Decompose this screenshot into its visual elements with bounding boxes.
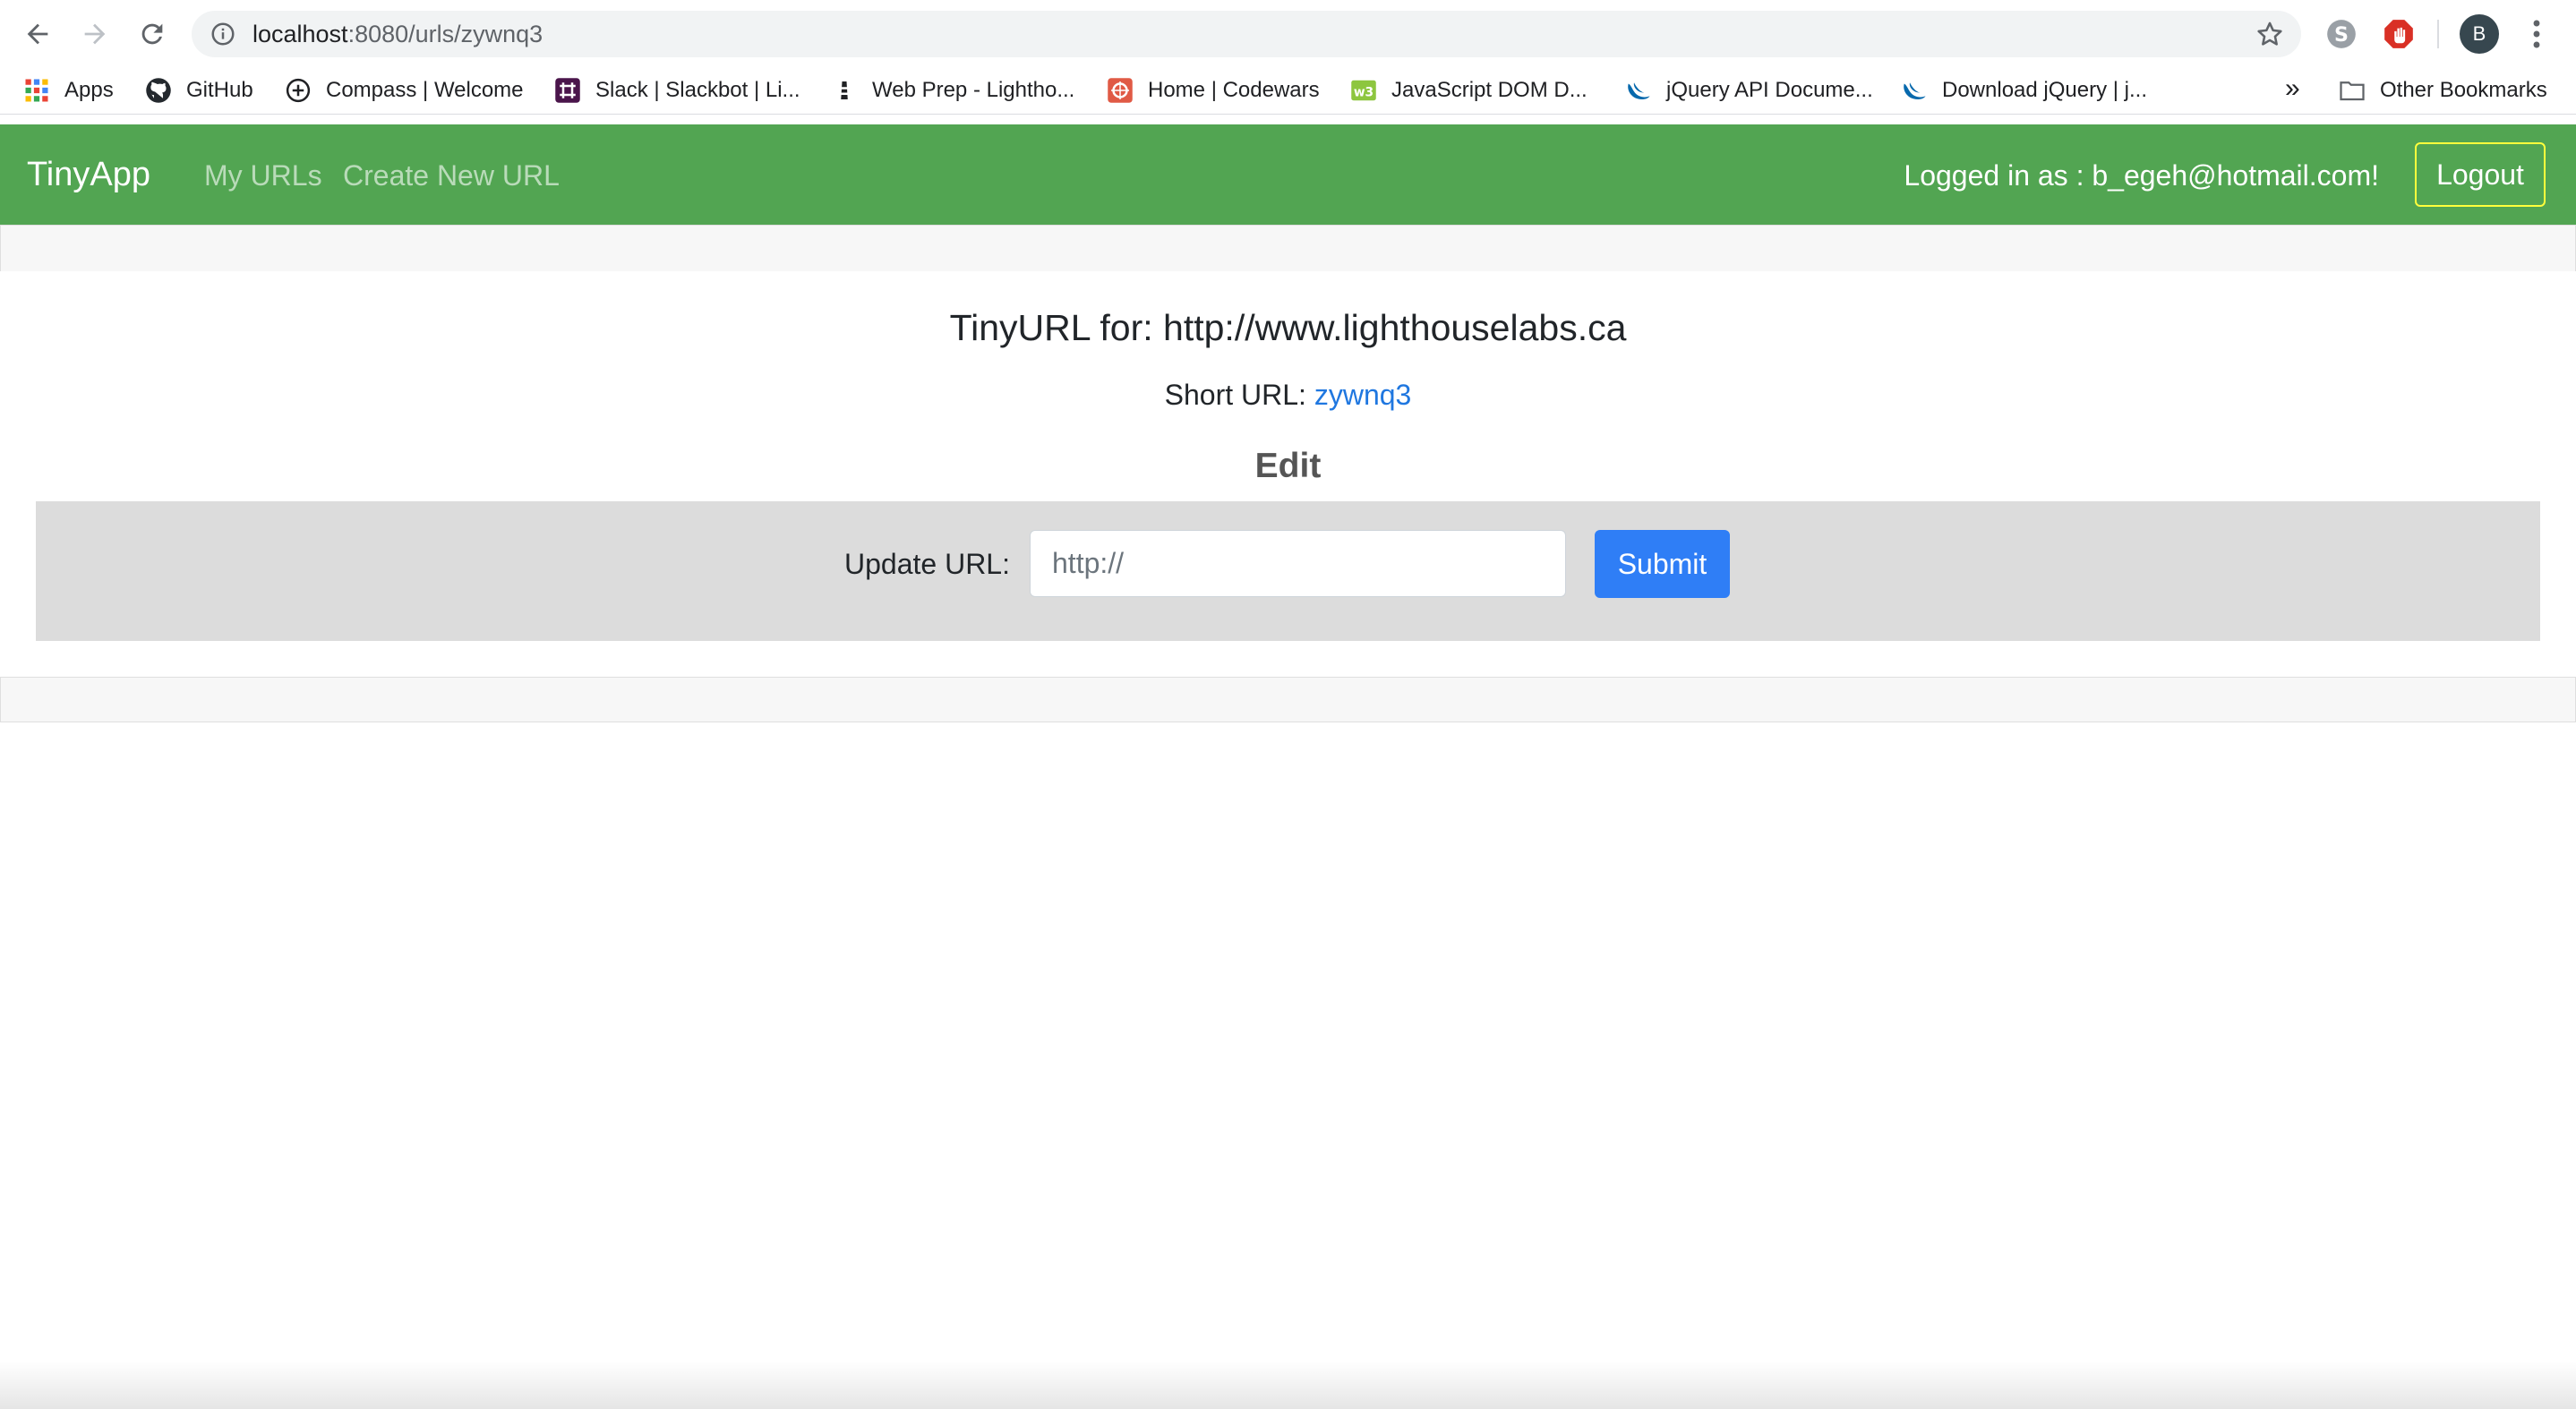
folder-icon bbox=[2340, 81, 2365, 101]
bookmark-javascript-dom[interactable]: w3 JavaScript DOM D... bbox=[1350, 74, 1588, 107]
app-navbar: TinyApp My URLs Create New URL Logged in… bbox=[0, 124, 2576, 225]
bookmark-label: GitHub bbox=[186, 78, 253, 102]
profile-avatar[interactable]: B bbox=[2460, 14, 2499, 54]
skype-extension-icon[interactable]: S bbox=[2324, 17, 2358, 51]
w3schools-icon: w3 bbox=[1351, 80, 1376, 101]
nav-link-create-new-url[interactable]: Create New URL bbox=[343, 158, 560, 192]
bookmark-download-jquery[interactable]: Download jQuery | j... bbox=[1901, 74, 2147, 107]
bookmark-label: Web Prep - Lightho... bbox=[872, 78, 1075, 102]
bookmark-jquery-api[interactable]: jQuery API Docume... bbox=[1625, 74, 1873, 107]
page-title: TinyURL for: http://www.lighthouselabs.c… bbox=[949, 307, 1627, 348]
back-button[interactable] bbox=[18, 14, 57, 54]
other-bookmarks[interactable]: Other Bookmarks bbox=[2339, 74, 2547, 107]
short-url-link[interactable]: zywnq3 bbox=[1314, 379, 1412, 411]
update-url-input[interactable] bbox=[1030, 530, 1566, 597]
jquery-icon bbox=[1628, 82, 1650, 99]
reload-button[interactable] bbox=[133, 14, 172, 54]
bookmark-slack[interactable]: Slack | Slackbot | Li... bbox=[554, 74, 800, 107]
update-url-label: Update URL: bbox=[844, 548, 1010, 580]
edit-heading: Edit bbox=[1254, 447, 1322, 485]
forward-button[interactable] bbox=[75, 14, 115, 54]
bookmark-label: Apps bbox=[64, 78, 114, 102]
svg-text:w3: w3 bbox=[1354, 85, 1374, 99]
toolbar-divider bbox=[2437, 20, 2439, 48]
brand-logo[interactable]: TinyApp bbox=[27, 155, 150, 194]
logout-button[interactable]: Logout bbox=[2415, 142, 2546, 207]
jquery-icon bbox=[1904, 82, 1926, 99]
logged-in-status: Logged in as : b_egeh@hotmail.com! bbox=[1904, 159, 2379, 192]
short-url-line: Short URL: zywnq3 bbox=[0, 378, 2576, 412]
bookmark-codewars[interactable]: Home | Codewars bbox=[1107, 74, 1320, 107]
browser-toolbar: localhost:8080/urls/zywnq3 S B bbox=[0, 0, 2576, 67]
other-bookmarks-label: Other Bookmarks bbox=[2380, 78, 2547, 102]
codewars-icon bbox=[1108, 78, 1133, 103]
url-host: localhost bbox=[252, 21, 348, 47]
nav-link-my-urls[interactable]: My URLs bbox=[204, 158, 322, 192]
window-bottom-shadow bbox=[0, 1361, 2576, 1409]
svg-text:S: S bbox=[2334, 23, 2349, 47]
arrow-left-icon bbox=[27, 23, 48, 45]
bookmark-label: Home | Codewars bbox=[1148, 78, 1320, 102]
url-path: :8080/urls/zywnq3 bbox=[347, 21, 543, 47]
submit-button[interactable]: Submit bbox=[1595, 530, 1730, 598]
bookmark-apps[interactable]: Apps bbox=[23, 74, 114, 107]
bookmarks-bar: Apps GitHub Compass | Welcome Slack | Sl… bbox=[0, 67, 2576, 115]
bookmark-web-prep[interactable]: Web Prep - Lightho... bbox=[831, 74, 1074, 107]
bookmark-label: jQuery API Docume... bbox=[1666, 78, 1873, 102]
bookmark-label: JavaScript DOM D... bbox=[1391, 78, 1588, 102]
slack-icon bbox=[555, 78, 580, 103]
reload-icon bbox=[141, 23, 163, 45]
apps-grid-icon bbox=[25, 79, 48, 102]
arrow-right-icon bbox=[84, 23, 106, 45]
lighthouse-icon bbox=[841, 81, 848, 99]
url-text[interactable]: localhost:8080/urls/zywnq3 bbox=[252, 20, 543, 48]
bookmarks-overflow-button[interactable]: » bbox=[2285, 73, 2300, 104]
bookmark-star-icon[interactable] bbox=[2255, 19, 2285, 49]
bookmark-label: Compass | Welcome bbox=[326, 78, 524, 102]
more-menu-icon[interactable] bbox=[2523, 18, 2550, 50]
bookmark-compass[interactable]: Compass | Welcome bbox=[285, 74, 524, 107]
bookmark-label: Slack | Slackbot | Li... bbox=[595, 78, 800, 102]
card-header bbox=[0, 225, 2576, 272]
info-icon[interactable] bbox=[210, 21, 236, 47]
compass-icon bbox=[286, 78, 311, 103]
bookmark-github[interactable]: GitHub bbox=[145, 74, 253, 107]
card-footer bbox=[0, 677, 2576, 722]
address-bar[interactable]: localhost:8080/urls/zywnq3 bbox=[192, 11, 2301, 57]
github-icon bbox=[146, 78, 171, 103]
adblock-extension-icon[interactable] bbox=[2382, 17, 2416, 51]
bookmark-label: Download jQuery | j... bbox=[1942, 78, 2147, 102]
short-url-label: Short URL: bbox=[1164, 379, 1306, 411]
